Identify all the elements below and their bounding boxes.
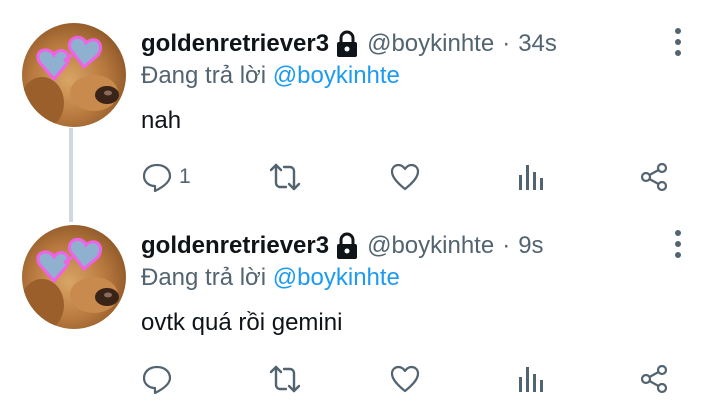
heart-icon — [390, 365, 420, 393]
timestamp[interactable]: 9s — [518, 231, 543, 261]
retweet-button[interactable] — [268, 160, 302, 194]
views-button[interactable] — [516, 160, 546, 194]
retweet-icon — [269, 365, 301, 393]
avatar[interactable] — [22, 225, 126, 329]
reply-count: 1 — [179, 165, 191, 188]
reply-icon — [142, 163, 172, 193]
reply-icon — [142, 365, 172, 395]
replying-to: Đang trả lời @boykinhte — [141, 263, 400, 293]
action-bar: 1 — [0, 160, 719, 194]
retweet-button[interactable] — [268, 362, 302, 396]
tweet-text: nah — [141, 107, 182, 134]
tweet-header: goldenretriever3 @boykinhte · 9s — [141, 231, 544, 261]
avatar-image — [22, 35, 119, 127]
display-name[interactable]: goldenretriever3 — [141, 231, 329, 261]
tweet[interactable]: goldenretriever3 @boykinhte · 34s Đang t… — [0, 0, 719, 222]
reply-button[interactable]: 1 — [141, 160, 191, 194]
action-bar — [0, 362, 719, 396]
user-handle[interactable]: @boykinhte — [367, 231, 494, 261]
replying-prefix: Đang trả lời — [141, 264, 267, 291]
views-icon — [519, 165, 543, 190]
avatar-image — [22, 237, 119, 329]
like-button[interactable] — [389, 362, 421, 396]
share-button[interactable] — [638, 362, 670, 396]
timestamp[interactable]: 34s — [518, 29, 557, 59]
display-name[interactable]: goldenretriever3 — [141, 29, 329, 59]
separator-dot: · — [502, 30, 511, 57]
like-button[interactable] — [389, 160, 421, 194]
reply-button[interactable] — [141, 362, 179, 396]
replying-mention[interactable]: @boykinhte — [273, 264, 400, 291]
avatar[interactable] — [22, 23, 126, 127]
retweet-icon — [269, 163, 301, 191]
more-vertical-icon[interactable] — [666, 228, 690, 260]
tweet[interactable]: goldenretriever3 @boykinhte · 9s Đang tr… — [0, 202, 719, 402]
share-button[interactable] — [638, 160, 670, 194]
replying-to: Đang trả lời @boykinhte — [141, 61, 400, 91]
lock-icon — [335, 30, 359, 58]
more-vertical-icon[interactable] — [666, 26, 690, 58]
tweet-text: ovtk quá rồi gemini — [141, 309, 343, 336]
views-icon — [519, 367, 543, 392]
user-handle[interactable]: @boykinhte — [367, 29, 494, 59]
share-icon — [640, 162, 668, 192]
tweet-header: goldenretriever3 @boykinhte · 34s — [141, 29, 557, 59]
replying-mention[interactable]: @boykinhte — [273, 62, 400, 89]
separator-dot: · — [502, 232, 511, 259]
share-icon — [640, 364, 668, 394]
heart-icon — [390, 163, 420, 191]
lock-icon — [335, 232, 359, 260]
views-button[interactable] — [516, 362, 546, 396]
replying-prefix: Đang trả lời — [141, 62, 267, 89]
